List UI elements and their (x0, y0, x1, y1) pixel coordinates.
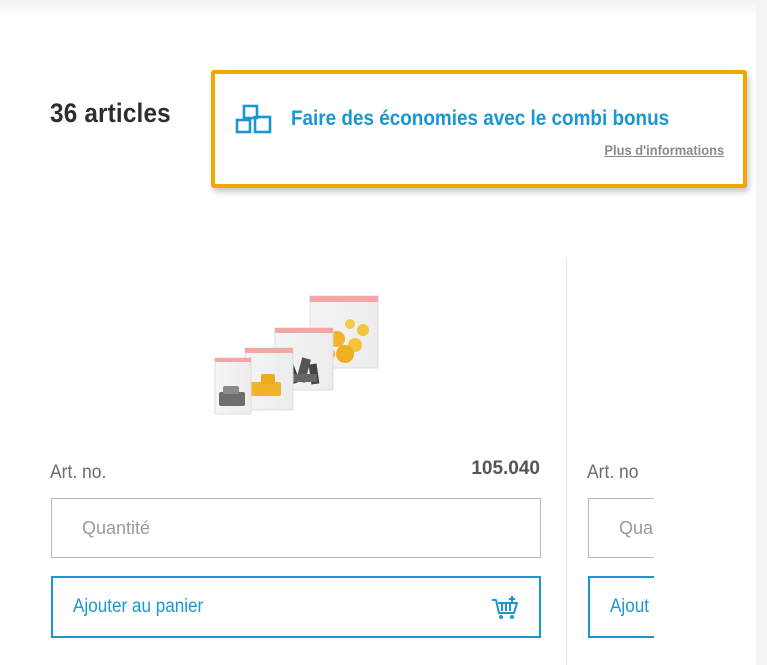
add-to-cart-button[interactable]: Ajout (588, 576, 654, 638)
art-no-value: 105.040 (471, 458, 540, 479)
add-to-cart-label: Ajouter au panier (73, 596, 204, 617)
add-to-cart-button[interactable]: Ajouter au panier (51, 576, 541, 638)
results-count: 36 articles (50, 98, 171, 128)
more-info-link[interactable]: Plus d'informations (604, 142, 724, 158)
column-divider (566, 258, 567, 665)
top-background-band (0, 0, 767, 18)
combi-bonus-promo-box[interactable]: Faire des économies avec le combi bonus … (211, 70, 747, 188)
cart-add-icon (492, 596, 518, 619)
combi-bonus-title[interactable]: Faire des économies avec le combi bonus (291, 107, 669, 131)
next-product-card: Art. no Ajout (586, 440, 654, 665)
quantity-input[interactable] (51, 498, 541, 558)
combi-squares-icon (235, 104, 272, 134)
add-to-cart-label: Ajout (610, 596, 649, 617)
quantity-input[interactable] (588, 498, 654, 558)
art-no-label: Art. no. (50, 462, 107, 483)
art-no-label: Art. no (587, 462, 639, 483)
product-image[interactable] (205, 292, 395, 422)
right-edge-strip (756, 0, 767, 665)
